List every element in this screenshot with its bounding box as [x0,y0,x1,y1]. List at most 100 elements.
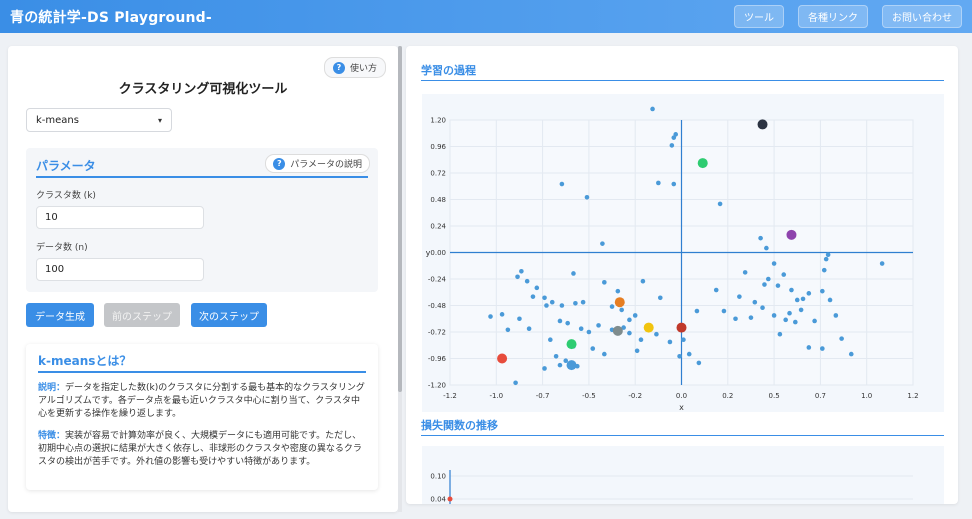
algorithm-description: k-meansとは？ 説明：データを指定した数(k)のクラスタに分割する最も基本… [26,344,378,490]
data-point [584,194,590,200]
nav-contact-button[interactable]: お問い合わせ [882,5,962,28]
cluster-centroid [643,322,654,333]
data-point [686,351,692,357]
data-point [764,245,769,251]
x-tick-label: -0.2 [628,392,642,400]
data-point [515,274,520,280]
data-point [762,282,767,287]
data-point [671,181,677,187]
usage-help-button[interactable]: ? 使い方 [323,57,386,78]
parameter-heading: パラメータ [36,159,96,173]
description-heading: k-meansとは？ [38,354,132,368]
nav-links-button[interactable]: 各種リンク [798,5,868,28]
data-point [586,329,592,335]
top-nav: ツール 各種リンク お問い合わせ [734,5,962,28]
y-tick-label: 0.96 [430,143,446,151]
data-point [696,360,702,366]
y-tick-label: 0.72 [430,170,446,178]
left-scrollbar[interactable] [398,46,402,512]
data-point [717,201,723,207]
parameter-divider [36,176,368,178]
data-point [526,326,532,331]
data-point [656,180,661,186]
y-tick-label: -0.72 [428,329,446,337]
next-step-button[interactable]: 次のステップ [191,303,267,327]
data-point [771,313,777,318]
data-point [632,313,638,318]
data-point [578,326,584,331]
cluster-centroid [566,360,577,371]
cluster-centroid [697,158,708,169]
k-label: クラスタ数 (k) [36,191,96,201]
data-point [627,317,632,323]
loss-divider [421,435,944,436]
description-divider [38,371,366,373]
data-point [549,299,555,305]
data-point [820,346,825,351]
x-tick-label: -0.5 [582,392,596,400]
cluster-centroid [497,353,508,364]
x-tick-label: 0.5 [769,392,780,400]
data-point [650,106,655,112]
loss-chart-background [422,446,944,504]
x-axis-label: x [679,403,684,412]
feature-label: 特徴： [38,431,66,441]
data-point [634,348,640,354]
x-tick-label: 1.2 [907,392,918,400]
prev-step-button[interactable]: 前のステップ [104,303,180,327]
page-title: クラスタリング可視化ツール [118,82,288,97]
data-point [565,320,570,326]
parameter-panel: パラメータ ? パラメータの説明 クラスタ数 (k) 10 データ数 (n) 1… [26,148,378,292]
data-point [557,362,563,368]
generate-data-button[interactable]: データ生成 [26,303,94,327]
data-point [524,278,530,284]
y-tick-label: 0.48 [430,196,446,204]
data-point [619,307,624,313]
y-tick-label: 0.00 [430,249,446,257]
site-brand[interactable]: 青の統計学-DS Playground- [10,7,212,27]
data-point [812,318,817,324]
algorithm-select[interactable]: k-means ▾ [26,108,172,132]
data-point [488,314,493,319]
nav-tools-button[interactable]: ツール [734,5,784,28]
data-point [559,181,565,187]
k-input[interactable]: 10 [36,206,204,229]
data-point [789,287,794,293]
data-point [596,323,601,328]
data-point [825,252,831,258]
data-point [721,308,727,314]
data-point [553,353,559,359]
scroll-thumb[interactable] [398,46,402,392]
y-tick-label: -0.96 [428,355,447,363]
data-point [793,319,798,325]
y-tick-label: 1.20 [430,117,446,125]
data-point [823,256,829,262]
cluster-centroid [612,325,623,336]
data-point [806,291,812,296]
data-point [573,300,578,306]
data-point [820,288,825,294]
loss-y-tick-label: 0.10 [430,473,446,481]
data-point [775,283,781,288]
data-point [669,143,675,148]
data-point [638,337,644,343]
cluster-centroid [614,297,625,308]
learning-heading: 学習の過程 [421,64,476,77]
data-point [806,345,812,350]
top-bar: 青の統計学-DS Playground- ツール 各種リンク お問い合わせ [0,0,972,33]
parameter-help-button[interactable]: ? パラメータの説明 [265,154,370,173]
x-tick-label: -0.7 [536,392,550,400]
data-point [544,303,549,308]
x-tick-label: 1.0 [861,392,872,400]
data-point [517,316,522,322]
data-point [733,316,738,322]
n-input[interactable]: 100 [36,258,204,281]
data-point [542,366,547,371]
data-point [827,297,833,303]
description-text: 説明：データを指定した数(k)のクラスタに分割する最も基本的なクラスタリングアル… [38,382,366,421]
feature-text: 特徴：実装が容易で計算効率が良く、大規模データにも適用可能です。ただし、初期中心… [38,430,366,469]
data-point [499,312,505,317]
cluster-centroid [786,229,797,240]
data-point [839,336,844,341]
data-point [590,346,596,351]
